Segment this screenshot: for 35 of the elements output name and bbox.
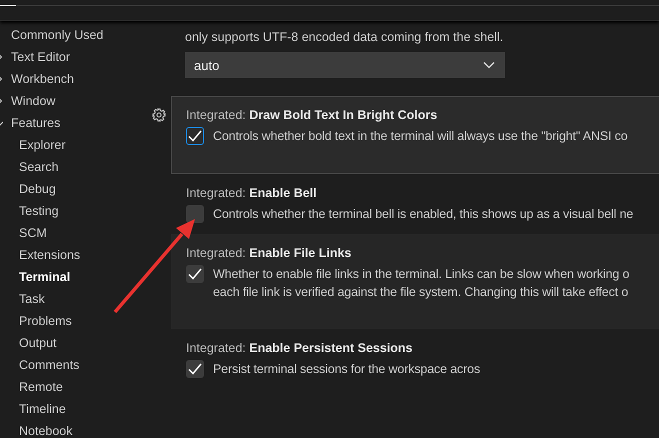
checkbox[interactable] (186, 360, 204, 378)
setting-title: Integrated: Enable Persistent Sessions (186, 340, 414, 357)
setting-description: Controls whether bold text in the terminal will always use the "bright" ANSI co (213, 128, 628, 145)
gear-icon[interactable] (152, 108, 166, 122)
checkbox[interactable] (186, 127, 204, 145)
checkbox[interactable] (186, 265, 204, 283)
sidebar-item[interactable]: Text Editor (0, 46, 150, 68)
sidebar-item[interactable]: Terminal (0, 266, 150, 288)
setting-description: Whether to enable file links in the terminal. Links can be slow when working o each file link is verified against the file system. Changing this will take effect o (213, 266, 630, 301)
select-dropdown[interactable]: auto (185, 52, 505, 78)
sidebar-item[interactable]: Output (0, 332, 150, 354)
sidebar-item[interactable]: Timeline (0, 398, 150, 420)
sidebar-item[interactable]: Window (0, 90, 150, 112)
sidebar-item[interactable]: Extensions (0, 244, 150, 266)
sidebar-item[interactable]: Problems (0, 310, 150, 332)
sidebar-item[interactable]: Search (0, 156, 150, 178)
sidebar-item[interactable]: Notebook (0, 420, 150, 438)
sidebar-item[interactable]: Testing (0, 200, 150, 222)
sidebar-item[interactable]: Remote (0, 376, 150, 398)
sidebar-item[interactable]: Debug (0, 178, 150, 200)
sidebar-item[interactable]: Workbench (0, 68, 150, 90)
chevron-down-icon (483, 61, 495, 69)
sidebar-item[interactable]: Comments (0, 354, 150, 376)
sidebar-item[interactable]: Commonly Used (0, 24, 150, 46)
sidebar-item[interactable]: Explorer (0, 134, 150, 156)
sidebar-item[interactable]: SCM (0, 222, 150, 244)
setting-title: Integrated: Draw Bold Text In Bright Colors (186, 107, 438, 124)
sidebar-item[interactable]: Features (0, 112, 150, 134)
setting-description: Controls whether the terminal bell is enabled, this shows up as a visual bell ne (213, 206, 634, 223)
setting-title: Integrated: Enable Bell (186, 185, 318, 202)
sidebar-item[interactable]: Task (0, 288, 150, 310)
setting-title: Integrated: Enable File Links (186, 245, 352, 262)
setting-description: only supports UTF-8 encoded data coming from the shell. (185, 29, 504, 46)
setting-description: Persist terminal sessions for the workspace acros (213, 361, 480, 378)
checkbox[interactable] (186, 205, 204, 223)
